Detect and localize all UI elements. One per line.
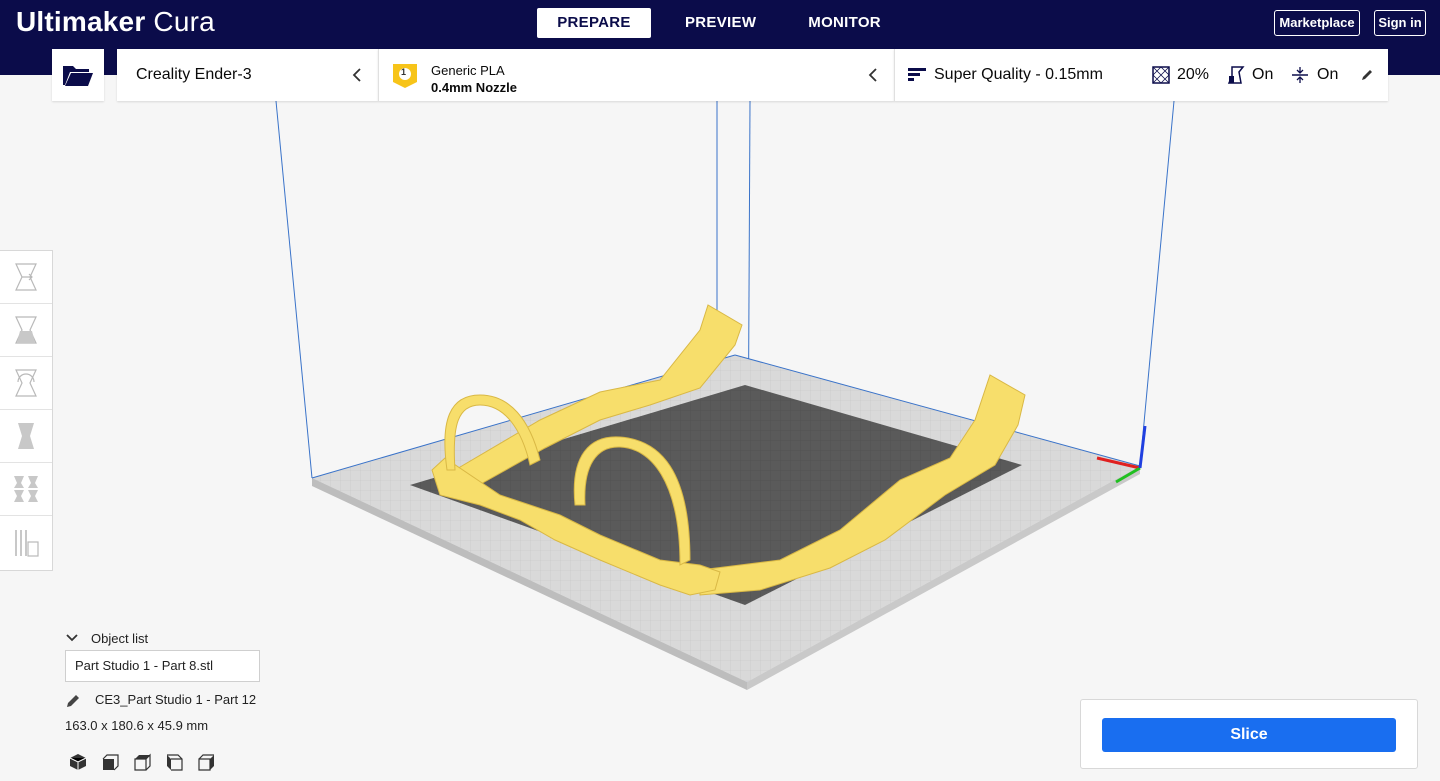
left-view-icon[interactable]: [164, 752, 184, 772]
app-logo: Ultimaker Cura: [16, 6, 215, 37]
support-value: On: [1252, 66, 1274, 83]
print-settings-selector[interactable]: Super Quality - 0.15mm 20% On On: [894, 49, 1388, 101]
camera-view-buttons: [68, 752, 228, 772]
pencil-icon[interactable]: [65, 693, 81, 709]
pencil-icon[interactable]: [1360, 68, 1374, 82]
adhesion-icon: [1292, 67, 1308, 83]
per-model-settings-tool[interactable]: [0, 463, 52, 516]
front-view-icon[interactable]: [100, 752, 120, 772]
nozzle-size: 0.4mm Nozzle: [431, 80, 517, 95]
per-model-settings-icon: [14, 476, 38, 502]
slice-button[interactable]: Slice: [1102, 718, 1396, 752]
mirror-tool[interactable]: [0, 410, 52, 463]
tab-prepare[interactable]: PREPARE: [537, 8, 651, 38]
material-name: Generic PLA: [431, 63, 505, 78]
sign-in-button[interactable]: Sign in: [1374, 10, 1426, 36]
folder-open-icon: [63, 66, 93, 86]
printer-name: Creality Ender-3: [136, 66, 252, 83]
rotate-tool[interactable]: [0, 357, 52, 410]
job-name[interactable]: CE3_Part Studio 1 - Part 12: [95, 692, 256, 707]
quality-profile: Super Quality - 0.15mm: [934, 66, 1103, 83]
object-list-toggle[interactable]: Object list: [65, 628, 148, 648]
scale-tool-icon: [15, 316, 37, 344]
top-view-icon[interactable]: [132, 752, 152, 772]
printer-selector[interactable]: Creality Ender-3: [117, 49, 378, 101]
rotate-tool-icon: [15, 369, 37, 397]
slice-panel: Slice: [1080, 699, 1418, 769]
object-list-item[interactable]: Part Studio 1 - Part 8.stl: [65, 650, 260, 682]
scale-tool[interactable]: [0, 304, 52, 357]
tab-preview[interactable]: PREVIEW: [659, 8, 782, 38]
object-list-label: Object list: [91, 630, 149, 646]
infill-value: 20%: [1177, 66, 1210, 83]
support-blocker-icon: [15, 529, 39, 557]
support-icon: [1227, 66, 1245, 84]
chevron-down-icon: [66, 634, 78, 642]
tab-monitor[interactable]: MONITOR: [782, 8, 907, 38]
object-dimensions: 163.0 x 180.6 x 45.9 mm: [65, 718, 209, 733]
extruder-number: 1: [401, 67, 407, 77]
material-selector[interactable]: 1 Generic PLA 0.4mm Nozzle: [378, 49, 894, 101]
3d-view-icon[interactable]: [68, 752, 88, 772]
chevron-left-icon: [868, 68, 877, 82]
tool-panel: [0, 250, 53, 571]
mirror-tool-icon: [18, 423, 34, 449]
open-file-button[interactable]: [52, 49, 104, 101]
quality-icon: [908, 68, 926, 81]
marketplace-button[interactable]: Marketplace: [1274, 10, 1360, 36]
stage-tabs: PREPARE PREVIEW MONITOR: [537, 8, 907, 38]
move-tool-icon: [15, 263, 37, 291]
adhesion-value: On: [1317, 66, 1339, 83]
support-blocker-tool[interactable]: [0, 516, 52, 569]
infill-icon: [1152, 66, 1170, 84]
move-tool[interactable]: [0, 251, 52, 304]
right-view-icon[interactable]: [196, 752, 216, 772]
chevron-left-icon: [352, 68, 361, 82]
